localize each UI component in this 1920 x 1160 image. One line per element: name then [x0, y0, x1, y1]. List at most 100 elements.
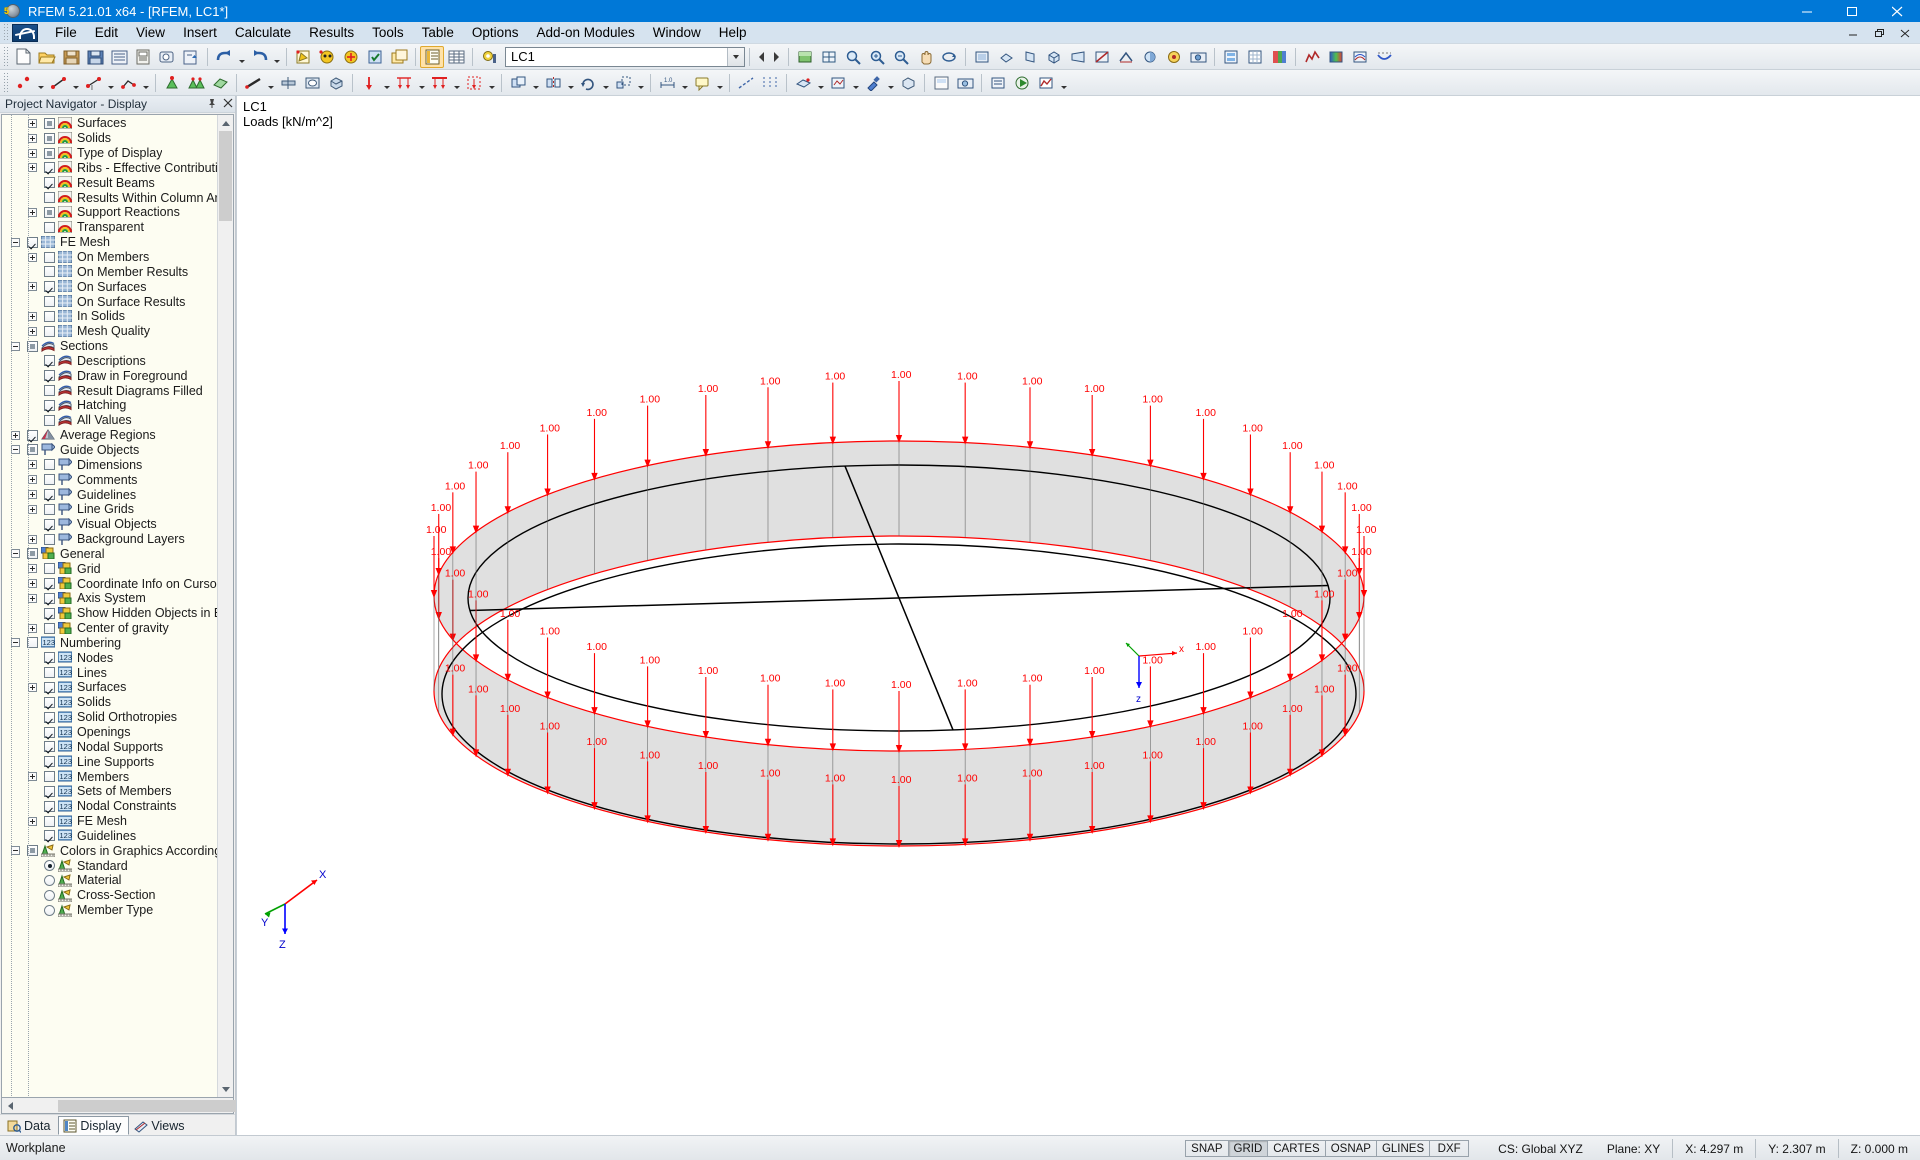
tree-checkbox[interactable] — [44, 355, 55, 366]
print-icon[interactable] — [131, 46, 155, 68]
view-transparent-icon[interactable] — [1138, 46, 1162, 68]
status-toggle-cartes[interactable]: CARTES — [1267, 1140, 1325, 1157]
guideline-tool-icon[interactable] — [734, 72, 758, 94]
tree-checkbox[interactable] — [44, 370, 55, 381]
comment-tool-icon[interactable] — [690, 72, 714, 94]
tree-item[interactable]: 123Nodes — [2, 650, 217, 665]
free-load-icon[interactable] — [462, 72, 486, 94]
comment-dropdown-arrow[interactable] — [714, 72, 725, 94]
tree-item[interactable]: Result Diagrams Filled — [2, 383, 217, 398]
workplane-xy-icon[interactable] — [791, 72, 815, 94]
rib-icon[interactable] — [276, 72, 300, 94]
menu-help[interactable]: Help — [710, 23, 756, 42]
tree-item[interactable]: Background Layers — [2, 532, 217, 547]
expand-plus-icon[interactable] — [28, 312, 37, 321]
undo-dropdown-arrow[interactable] — [236, 46, 247, 68]
expand-plus-icon[interactable] — [28, 564, 37, 573]
tree-item[interactable]: Mesh Quality — [2, 324, 217, 339]
select-objects-icon[interactable] — [291, 46, 315, 68]
tree-item[interactable]: Surfaces — [2, 116, 217, 131]
print-graphic-icon[interactable] — [929, 72, 953, 94]
tree-checkbox[interactable] — [44, 712, 55, 723]
tree-item[interactable]: Comments — [2, 472, 217, 487]
expand-plus-icon[interactable] — [28, 817, 37, 826]
tree-item[interactable]: Draw in Foreground — [2, 368, 217, 383]
open-file-icon[interactable] — [35, 46, 59, 68]
expand-plus-icon[interactable] — [28, 624, 37, 633]
expand-plus-icon[interactable] — [28, 253, 37, 262]
copy-move-icon[interactable] — [506, 72, 530, 94]
tree-checkbox[interactable] — [44, 133, 55, 144]
tree-item[interactable]: Sections — [2, 339, 217, 354]
tree-item[interactable]: Axis System — [2, 591, 217, 606]
rotate-objects-icon[interactable] — [576, 72, 600, 94]
mdi-restore-button[interactable] — [1866, 23, 1892, 43]
tree-checkbox[interactable] — [44, 519, 55, 530]
line-load-dropdown-arrow[interactable] — [416, 72, 427, 94]
tree-checkbox[interactable] — [44, 504, 55, 515]
collapse-minus-icon[interactable] — [11, 638, 20, 647]
tree-checkbox[interactable] — [44, 266, 55, 277]
tab-views[interactable]: Views — [129, 1116, 192, 1135]
expand-plus-icon[interactable] — [28, 208, 37, 217]
tree-checkbox[interactable] — [44, 118, 55, 129]
view-front-icon[interactable] — [970, 46, 994, 68]
tree-radio[interactable] — [44, 875, 55, 886]
magnifier-icon[interactable] — [841, 46, 865, 68]
close-icon[interactable] — [223, 98, 233, 111]
polyline-dropdown-arrow[interactable] — [140, 72, 151, 94]
workplane-dropdown-arrow[interactable] — [815, 72, 826, 94]
tree-item[interactable]: Descriptions — [2, 354, 217, 369]
view-render-icon[interactable] — [1162, 46, 1186, 68]
tree-checkbox[interactable] — [44, 385, 55, 396]
deselect-icon[interactable] — [339, 46, 363, 68]
nav-first-icon[interactable] — [754, 46, 769, 68]
graphics-viewport[interactable]: LC1 Loads [kN/m^2] 1.001.001.001.001.001… — [236, 96, 1920, 1135]
menu-addon-modules[interactable]: Add-on Modules — [527, 23, 643, 42]
display-color-icon[interactable] — [1267, 46, 1291, 68]
tables-icon[interactable] — [420, 46, 444, 68]
node-dropdown-arrow[interactable] — [35, 72, 46, 94]
tree-radio[interactable] — [44, 890, 55, 901]
tree-checkbox[interactable] — [44, 415, 55, 426]
dimension-line-icon[interactable]: I — [81, 72, 105, 94]
tree-item[interactable]: General — [2, 546, 217, 561]
line-support-icon[interactable] — [184, 72, 208, 94]
render-wire-icon[interactable] — [817, 46, 841, 68]
result-diagram-icon[interactable] — [1300, 46, 1324, 68]
expand-plus-icon[interactable] — [28, 535, 37, 544]
menu-results[interactable]: Results — [300, 23, 363, 42]
expand-plus-icon[interactable] — [28, 505, 37, 514]
render-solid-icon[interactable] — [793, 46, 817, 68]
mdi-close-button[interactable] — [1892, 23, 1918, 43]
nodal-load-dropdown-arrow[interactable] — [381, 72, 392, 94]
solid-icon[interactable] — [324, 72, 348, 94]
redo-dropdown-arrow[interactable] — [271, 46, 282, 68]
member-icon[interactable] — [241, 72, 265, 94]
tree-item[interactable]: On Surface Results — [2, 294, 217, 309]
zoom-in-icon[interactable] — [865, 46, 889, 68]
tree-item[interactable]: Coordinate Info on Cursor — [2, 576, 217, 591]
scale-dropdown-arrow[interactable] — [635, 72, 646, 94]
result-deformation-icon[interactable] — [1372, 46, 1396, 68]
view-perspective-icon[interactable] — [1066, 46, 1090, 68]
tree-item[interactable]: Cross-Section — [2, 888, 217, 903]
navigator-tree[interactable]: SurfacesSolidsType of DisplayRibs - Effe… — [2, 115, 217, 1097]
tree-checkbox[interactable] — [44, 281, 55, 292]
tree-item[interactable]: Standard — [2, 858, 217, 873]
tree-checkbox[interactable] — [44, 667, 55, 678]
save-icon[interactable] — [59, 46, 83, 68]
workplane-set-icon[interactable] — [826, 72, 850, 94]
settings-icon[interactable] — [477, 46, 501, 68]
menu-view[interactable]: View — [127, 23, 174, 42]
printout-report-icon[interactable] — [107, 46, 131, 68]
tree-checkbox[interactable] — [44, 207, 55, 218]
result-surface-icon[interactable] — [1324, 46, 1348, 68]
collapse-minus-icon[interactable] — [11, 445, 20, 454]
menu-calculate[interactable]: Calculate — [226, 23, 300, 42]
tree-checkbox[interactable] — [44, 741, 55, 752]
surface-icon[interactable] — [208, 72, 232, 94]
tree-checkbox[interactable] — [44, 727, 55, 738]
status-toggle-dxf[interactable]: DXF — [1429, 1140, 1469, 1157]
view-top-icon[interactable] — [994, 46, 1018, 68]
